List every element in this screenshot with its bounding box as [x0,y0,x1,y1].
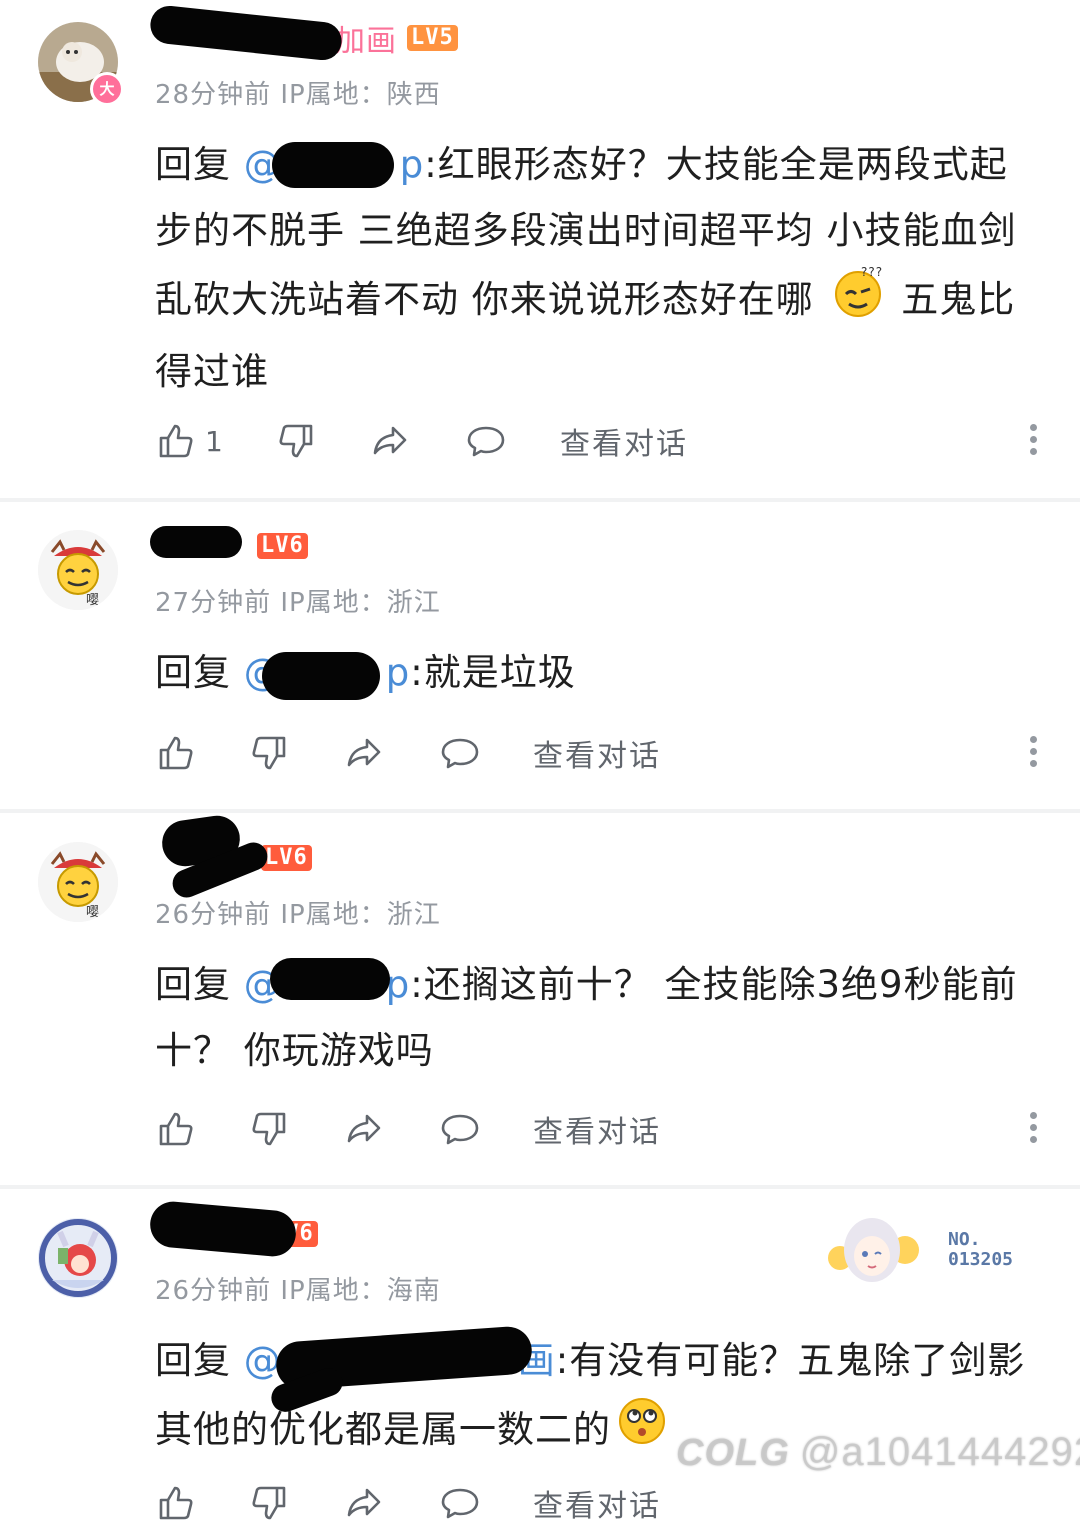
svg-text:???: ??? [861,265,883,279]
like-icon [159,1486,193,1520]
comment-actions: 查看对话 [155,1478,1040,1528]
reply-prefix: 回复 [155,1339,231,1382]
view-conversation-link[interactable]: 查看对话 [533,1478,661,1528]
view-conversation-link[interactable]: 查看对话 [533,728,661,778]
share-icon [373,426,407,455]
dislike-icon [252,1112,286,1146]
username-suffix: 加画 [335,24,397,59]
comment-actions: 查看对话 [155,1104,1040,1154]
view-conversation-link[interactable]: 查看对话 [533,1104,661,1154]
like-icon [159,424,193,458]
comment-actions: 查看对话 [155,728,1040,778]
redaction-mark [262,652,380,700]
dislike-icon [279,424,313,458]
redaction-mark [150,526,242,558]
more-icon[interactable] [1026,731,1040,772]
reply-button[interactable] [439,1104,481,1154]
reply-icon [441,1114,479,1145]
like-button[interactable] [155,1478,197,1528]
share-icon [347,1114,381,1143]
like-button[interactable]: 1 [155,416,223,466]
smiley-avatar-image: 嘤 [38,842,118,922]
share-button[interactable] [369,416,411,466]
share-button[interactable] [343,728,385,778]
watermark-logo: COLG [676,1432,790,1474]
dislike-icon [252,1486,286,1520]
share-button[interactable] [343,1104,385,1154]
dislike-icon [252,736,286,770]
comment-meta: 26分钟前 IP属地：海南 [155,1276,441,1306]
watermark: COLG @a1041444292 [676,1430,1080,1475]
svg-text:嘤: 嘤 [86,905,99,920]
vip-badge: 大 [90,72,124,106]
more-icon[interactable] [1026,419,1040,460]
user-avatar[interactable] [38,1218,118,1298]
dislike-button[interactable] [275,416,317,466]
reply-prefix: 回复 [155,651,231,694]
comment-actions: 1 查看对话 [155,416,1040,466]
like-button[interactable] [155,728,197,778]
thinking-emoji-icon: ??? [831,264,885,339]
reply-icon [467,426,505,457]
reply-button[interactable] [439,1478,481,1528]
level-badge: LV6 [257,533,308,559]
redaction-mark [270,958,390,1000]
share-button[interactable] [343,1478,385,1528]
watermark-handle: @a1041444292 [799,1430,1080,1474]
share-icon [347,1488,381,1517]
dislike-button[interactable] [248,1104,290,1154]
comment-meta: 27分钟前 IP属地：浙江 [155,588,441,618]
divider [0,809,1080,813]
user-avatar[interactable]: 嘤 [38,530,118,610]
view-conversation-link[interactable]: 查看对话 [560,416,688,466]
rolling-eyes-emoji-icon [615,1394,669,1469]
divider [0,1185,1080,1189]
reply-icon [441,738,479,769]
level-badge: LV6 [261,845,312,871]
more-icon[interactable] [1026,1107,1040,1148]
reply-prefix: 回复 [155,963,231,1006]
level-badge: LV5 [407,25,458,51]
redaction-mark [272,142,394,188]
like-icon [159,1112,193,1146]
svg-text:嘤: 嘤 [86,593,99,608]
fan-badge-card[interactable]: NO. 013205 [820,1210,1040,1290]
user-avatar[interactable]: 嘤 [38,842,118,922]
divider [0,498,1080,502]
like-count: 1 [205,424,223,458]
comment-meta: 28分钟前 IP属地：陕西 [155,80,441,110]
dislike-button[interactable] [248,1478,290,1528]
share-icon [347,738,381,767]
fan-badge-character-icon [828,1218,919,1282]
like-icon [159,736,193,770]
reply-prefix: 回复 [155,143,231,186]
anime-avatar-image [38,1218,118,1298]
reply-button[interactable] [465,416,507,466]
smiley-avatar-image: 嘤 [38,530,118,610]
comment-meta: 26分钟前 IP属地：浙江 [155,900,441,930]
reply-icon [441,1488,479,1519]
like-button[interactable] [155,1104,197,1154]
reply-button[interactable] [439,728,481,778]
dislike-button[interactable] [248,728,290,778]
fan-badge-number: NO. 013205 [948,1229,1014,1270]
